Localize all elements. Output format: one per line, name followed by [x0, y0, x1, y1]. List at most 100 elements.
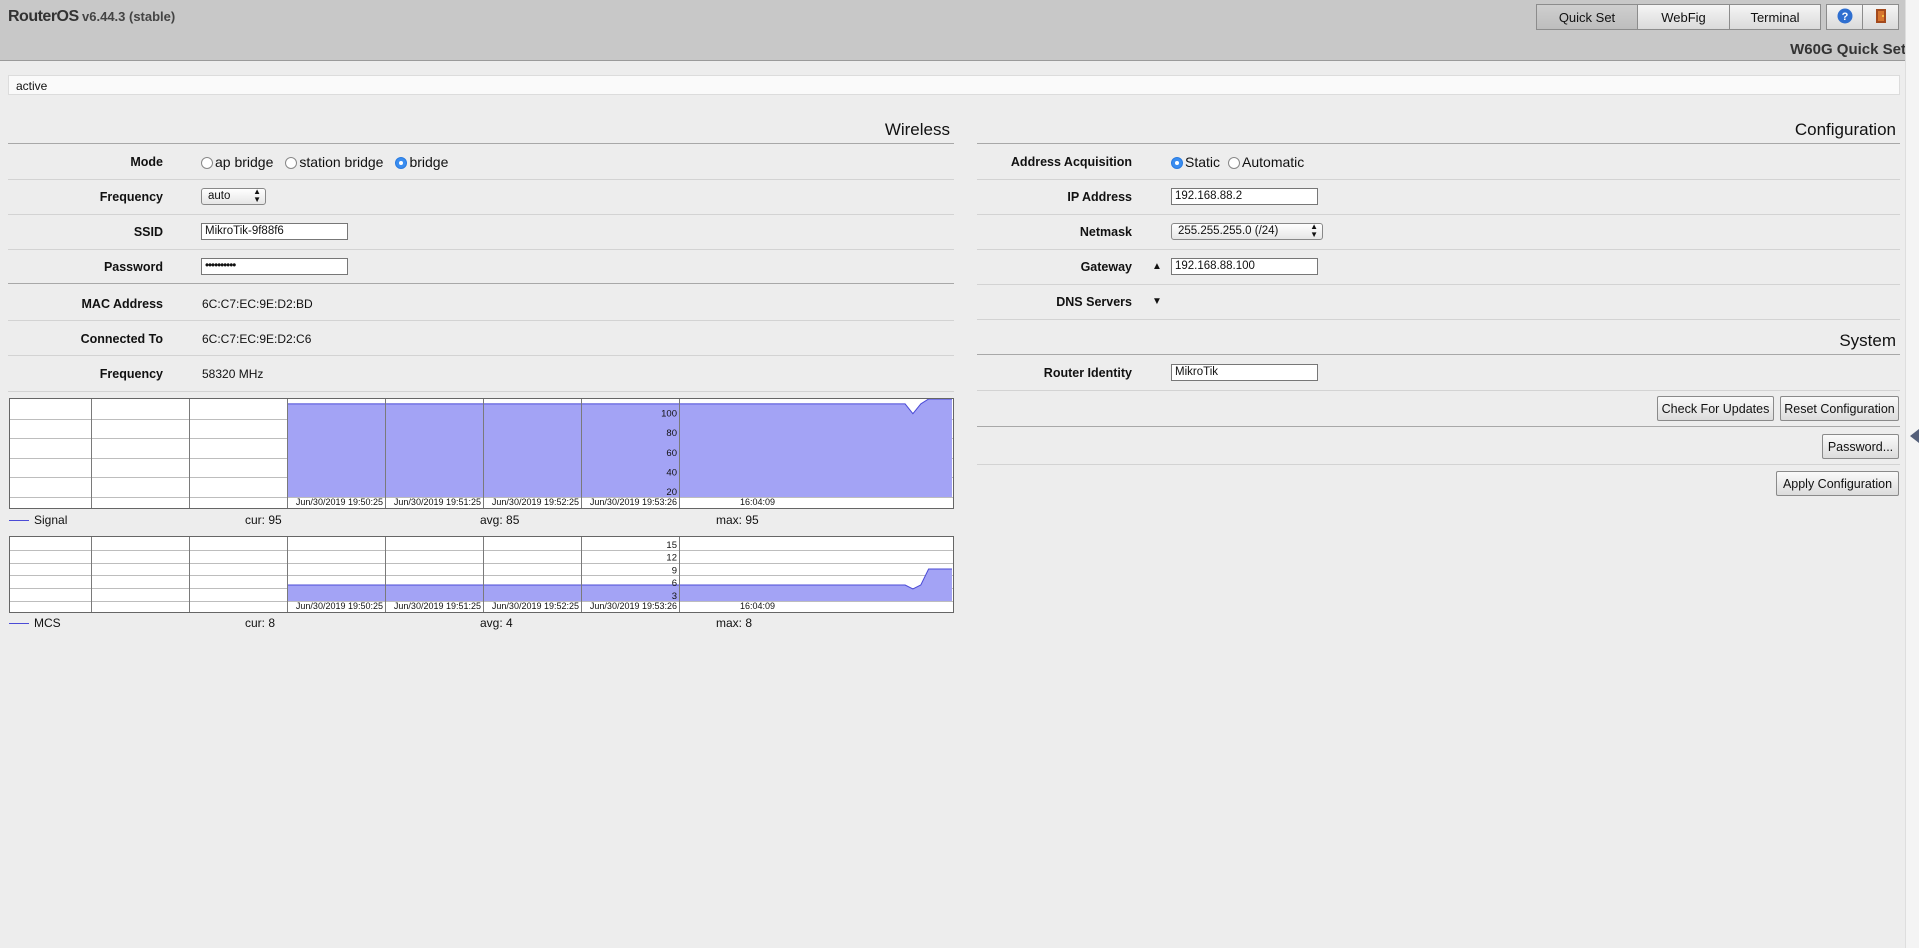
netmask-row: Netmask 255.255.255.0 (/24) ▲ ▼: [977, 214, 1900, 249]
x-tick-label: Jun/30/2019 19:53:26: [590, 497, 677, 507]
select-arrows-icon: ▲ ▼: [1310, 222, 1318, 239]
mode-station-bridge-radio[interactable]: [285, 156, 298, 169]
y-tick-label: 80: [666, 428, 677, 439]
dns-expand-down-icon[interactable]: ▼: [1152, 296, 1162, 307]
address-acquisition-label: Address Acquisition: [1010, 154, 1132, 169]
mode-ap-bridge-label[interactable]: ap bridge: [215, 154, 273, 170]
svg-text:?: ?: [1841, 11, 1848, 23]
mode-bridge-radio[interactable]: [395, 156, 408, 169]
x-tick-label: 16:04:09: [740, 601, 775, 611]
frequency-select[interactable]: auto ▲ ▼: [201, 188, 266, 205]
mac-address-value: 6C:C7:EC:9E:D2:BD: [202, 296, 313, 311]
wireless-section-title: Wireless: [884, 120, 950, 139]
divider: [977, 464, 1900, 465]
ssid-row: SSID MikroTik-9f88f6: [8, 214, 954, 249]
y-tick-label: 40: [666, 467, 677, 478]
brand: RouterOS v6.44.3 (stable): [8, 8, 175, 26]
acq-automatic-radio[interactable]: [1228, 156, 1241, 169]
address-acquisition-radio-group: Static Automatic: [1171, 154, 1316, 170]
divider: [8, 391, 954, 392]
help-button[interactable]: ?: [1826, 4, 1863, 30]
acq-automatic-label[interactable]: Automatic: [1242, 154, 1304, 170]
nav-quick-set[interactable]: Quick Set: [1536, 4, 1638, 30]
right-scrollbar[interactable]: [1905, 0, 1919, 948]
apply-configuration-button[interactable]: Apply Configuration: [1776, 471, 1899, 496]
freq-status-value: 58320 MHz: [202, 366, 264, 381]
y-tick-label: 12: [666, 553, 677, 564]
y-tick-label: 9: [672, 565, 677, 576]
signal-legend: Signal: [9, 513, 67, 527]
signal-legend-label: Signal: [34, 513, 68, 527]
logout-door-icon: [1873, 8, 1889, 27]
x-tick-label: Jun/30/2019 19:50:25: [296, 601, 383, 611]
x-tick-label: Jun/30/2019 19:52:25: [492, 601, 579, 611]
y-tick-label: 100: [661, 409, 677, 420]
connected-row: Connected To 6C:C7:EC:9E:D2:C6: [8, 321, 954, 356]
netmask-select-value: 255.255.255.0 (/24): [1178, 225, 1279, 237]
password-row: Password ••••••••••: [8, 249, 954, 284]
top-nav: Quick Set WebFig Terminal ?: [1536, 4, 1899, 30]
mac-row: MAC Address 6C:C7:EC:9E:D2:BD: [8, 286, 954, 321]
mode-ap-bridge-radio[interactable]: [201, 156, 213, 169]
page-title: W60G Quick Set: [1790, 41, 1906, 58]
acq-static-radio[interactable]: [1171, 156, 1183, 169]
mode-row: Mode ap bridge station bridge bridge: [8, 144, 954, 179]
frequency-select-value: auto: [208, 190, 231, 202]
mcs-legend-label: MCS: [34, 616, 61, 630]
legend-swatch: [9, 622, 29, 624]
frequency-row: Frequency auto ▲ ▼: [8, 179, 954, 214]
ip-address-row: IP Address 192.168.88.2: [977, 179, 1900, 214]
check-for-updates-button[interactable]: Check For Updates: [1657, 396, 1774, 421]
brand-name: RouterOS: [8, 8, 79, 25]
divider: [977, 319, 1900, 320]
frequency-label: Frequency: [99, 189, 163, 204]
mode-radio-group: ap bridge station bridge bridge: [201, 154, 460, 170]
gateway-row: Gateway ▲ 192.168.88.100: [977, 249, 1900, 284]
connected-to-value: 6C:C7:EC:9E:D2:C6: [202, 331, 312, 346]
gateway-collapse-up-icon[interactable]: ▲: [1152, 261, 1162, 272]
address-acquisition-row: Address Acquisition Static Automatic: [977, 144, 1900, 179]
nav-terminal[interactable]: Terminal: [1729, 4, 1821, 30]
signal-chart: 100 80 60 40 20 Jun/30/2019 19:50:25 Jun/30/20…: [9, 398, 954, 509]
divider: [8, 283, 954, 284]
mac-address-label: MAC Address: [81, 296, 164, 311]
x-tick-label: Jun/30/2019 19:51:25: [394, 601, 481, 611]
connected-to-label: Connected To: [80, 331, 163, 346]
mcs-legend: MCS: [9, 616, 61, 630]
legend-swatch: [9, 519, 29, 521]
signal-max: max: 95: [716, 513, 759, 527]
netmask-select[interactable]: 255.255.255.0 (/24) ▲ ▼: [1171, 223, 1323, 240]
ssid-input[interactable]: MikroTik-9f88f6: [201, 223, 348, 240]
version-label: v6.44.3 (stable): [82, 9, 176, 24]
mode-station-bridge-label[interactable]: station bridge: [299, 154, 383, 170]
y-tick-label: 15: [666, 540, 677, 551]
y-tick-label: 6: [672, 578, 677, 589]
mcs-cur: cur: 8: [245, 616, 276, 630]
netmask-label: Netmask: [1079, 224, 1132, 239]
mcs-chart: 15 12 9 6 3 Jun/30/2019 19:50:25 Jun/30/2019 1…: [9, 536, 954, 613]
ip-address-input[interactable]: 192.168.88.2: [1171, 188, 1318, 205]
password-input[interactable]: ••••••••••: [201, 258, 348, 275]
signal-avg: avg: 85: [480, 513, 520, 527]
logout-button[interactable]: [1862, 4, 1899, 30]
acq-static-label[interactable]: Static: [1185, 154, 1220, 170]
router-identity-input[interactable]: MikroTik: [1171, 364, 1318, 381]
system-section-title: System: [1839, 331, 1896, 350]
router-identity-row: Router Identity MikroTik: [977, 355, 1900, 390]
mcs-max: max: 8: [716, 616, 753, 630]
y-tick-label: 60: [666, 448, 677, 459]
freq-status-row: Frequency 58320 MHz: [8, 356, 954, 391]
dns-servers-row: DNS Servers ▼: [977, 284, 1900, 319]
gateway-label: Gateway: [1080, 259, 1132, 274]
password-label: Password: [103, 259, 163, 274]
gateway-input[interactable]: 192.168.88.100: [1171, 258, 1318, 275]
top-bar: RouterOS v6.44.3 (stable) Quick Set WebF…: [0, 0, 1919, 61]
nav-webfig[interactable]: WebFig: [1637, 4, 1730, 30]
signal-series-area: [288, 399, 952, 497]
x-tick-label: Jun/30/2019 19:53:26: [590, 601, 677, 611]
mode-bridge-label[interactable]: bridge: [409, 154, 448, 170]
reset-configuration-button[interactable]: Reset Configuration: [1780, 396, 1899, 421]
divider: [977, 426, 1900, 427]
status-bar: active: [8, 75, 1900, 95]
password-button[interactable]: Password...: [1822, 434, 1899, 459]
